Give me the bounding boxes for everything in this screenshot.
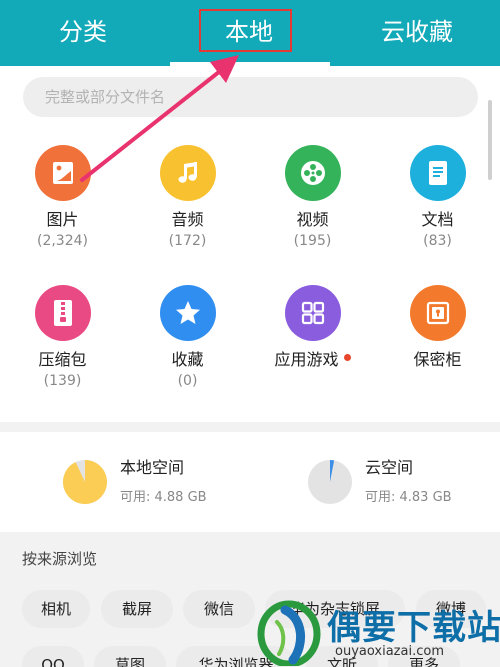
star-icon [159, 285, 216, 341]
search-placeholder: 完整或部分文件名 [45, 88, 166, 106]
tab-category[interactable]: 分类 [0, 0, 166, 66]
category-label: 视频 [296, 210, 329, 229]
category-video[interactable]: 视频 (195) [250, 145, 375, 251]
category-count: (2,324) [36, 233, 88, 249]
film-reel-icon [284, 145, 341, 201]
top-tab-bar: 分类 本地 云收藏 [0, 0, 500, 66]
category-label: 图片 [46, 210, 79, 229]
category-count: (172) [168, 233, 207, 249]
category-archives[interactable]: 压缩包 (139) [0, 285, 125, 391]
category-label: 压缩包 [38, 350, 87, 369]
category-count: (139) [43, 373, 82, 389]
cloud-storage-available: 可用: 4.83 GB [365, 490, 452, 505]
image-icon [34, 145, 91, 201]
watermark-url: ouyaoxiazai.com [335, 644, 444, 659]
category-images[interactable]: 图片 (2,324) [0, 145, 125, 251]
category-apps-games[interactable]: 应用游戏 [250, 285, 375, 391]
tab-cloud-favorites[interactable]: 云收藏 [334, 0, 500, 66]
source-chip-qq[interactable]: QQ [22, 646, 84, 667]
category-label: 保密柜 [413, 350, 462, 369]
cloud-storage[interactable]: 云空间 可用: 4.83 GB [307, 454, 497, 514]
category-label-with-dot: 应用游戏 [250, 349, 375, 371]
watermark-brand: 偶要下载站 [327, 608, 500, 648]
scrollbar[interactable] [488, 100, 492, 180]
site-watermark: 偶要下载站 ouyaoxiazai.com [255, 598, 500, 667]
category-count [375, 371, 500, 391]
local-storage-pie-icon [62, 460, 107, 504]
category-label: 音频 [171, 210, 204, 229]
category-favorites[interactable]: 收藏 (0) [125, 285, 250, 391]
category-audio[interactable]: 音频 (172) [125, 145, 250, 251]
safe-icon [409, 285, 466, 341]
cloud-storage-pie-icon [308, 460, 352, 504]
category-count [250, 371, 375, 391]
search-input[interactable]: 完整或部分文件名 [23, 77, 478, 117]
cloud-storage-title: 云空间 [365, 458, 414, 477]
source-chip-wechat[interactable]: 微信 [183, 590, 255, 628]
category-safe[interactable]: 保密柜 [375, 285, 500, 391]
source-chip-sketch[interactable]: 草图 [94, 646, 166, 667]
category-count: (83) [423, 233, 452, 249]
category-label: 文档 [421, 210, 454, 229]
category-label: 收藏 [171, 350, 204, 369]
local-storage-title: 本地空间 [120, 458, 185, 477]
source-chip-camera[interactable]: 相机 [22, 590, 90, 628]
watermark-logo-icon [257, 600, 321, 666]
source-chip-screenshots[interactable]: 截屏 [101, 590, 173, 628]
document-icon [409, 145, 466, 201]
local-storage-available: 可用: 4.88 GB [120, 490, 207, 505]
apps-grid-icon [284, 285, 341, 341]
storage-card: 本地空间 可用: 4.88 GB 云空间 可用: 4.83 GB [0, 432, 500, 532]
local-storage[interactable]: 本地空间 可用: 4.88 GB [62, 454, 262, 514]
category-count: (195) [293, 233, 332, 249]
zip-icon [34, 285, 91, 341]
category-label: 应用游戏 [274, 350, 339, 369]
browse-by-source-title: 按来源浏览 [22, 550, 98, 568]
music-icon [159, 145, 216, 201]
category-documents[interactable]: 文档 (83) [375, 145, 500, 251]
new-badge-dot [343, 354, 351, 361]
annotation-highlight-box [199, 9, 292, 52]
category-count: (0) [177, 373, 198, 389]
